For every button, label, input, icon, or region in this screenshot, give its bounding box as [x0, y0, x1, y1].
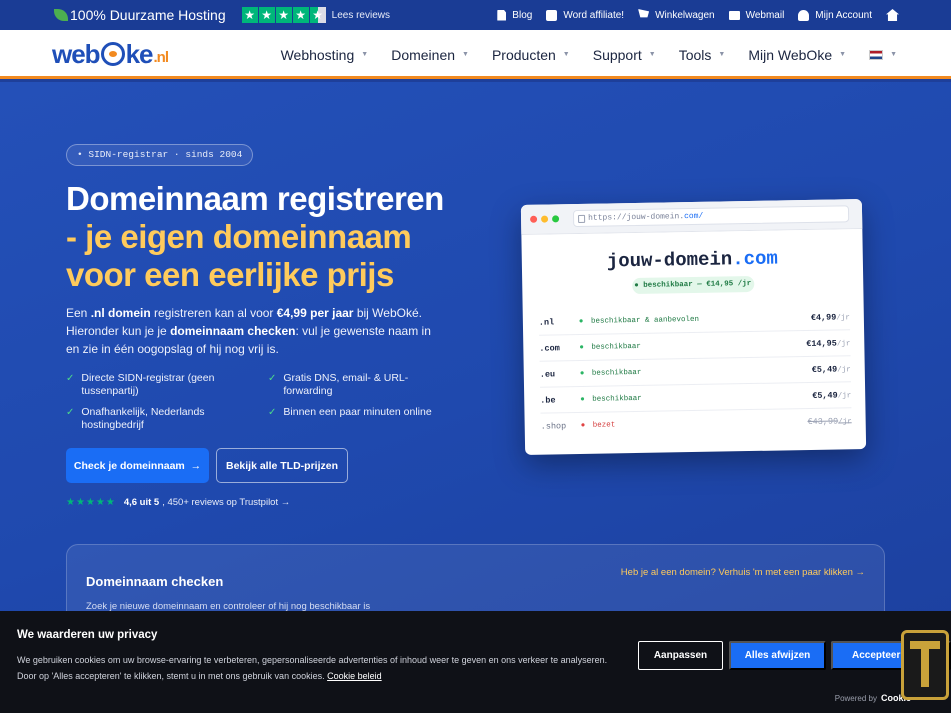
weboke-logo[interactable]: web ke .nl [52, 38, 169, 70]
window-close-dot [530, 215, 538, 223]
menu: Webhosting ▼ Domeinen ▼ Producten ▼ Support… [281, 30, 897, 79]
half-star-icon: ★ [309, 7, 326, 23]
menu-item-tools[interactable]: Tools ▼ [679, 47, 726, 63]
cookie-banner: We waarderen uw privacy We gebruiken coo… [0, 611, 951, 713]
main-navigation: web ke .nl Webhosting ▼ Domeinen ▼ Producten… [0, 30, 951, 79]
feature-item: ✓ Onafhankelijk, Nederlands hostingbedrij… [66, 406, 205, 431]
cookie-title: We waarderen uw privacy [17, 629, 158, 641]
browser-bar: https://jouw-domein.com/ [520, 199, 863, 235]
sustainable-hosting-text: 100% Duurzame Hosting [70, 7, 226, 23]
star-icon: ★ [292, 7, 309, 23]
availability-pill: ● beschikbaar — €14,95 /jr [631, 275, 754, 295]
feature-item: ✓ Directe SIDN-registrar (geen tussenpart… [66, 372, 215, 397]
cart-link[interactable]: Winkelwagen [638, 9, 715, 21]
checker-title: Domeinnaam checken [86, 574, 224, 589]
status-dot-icon: ● [580, 421, 586, 430]
menu-item-producten[interactable]: Producten ▼ [492, 47, 570, 63]
menu-item-domeinen[interactable]: Domeinen ▼ [391, 47, 469, 63]
logo-globe-icon [100, 42, 125, 66]
language-selector[interactable]: ▼ [869, 49, 897, 60]
feature-list: ✓ Directe SIDN-registrar (geen tussenpart… [66, 372, 456, 432]
check-icon: ✓ [66, 407, 75, 418]
webmail-link[interactable]: Webmail [728, 10, 784, 21]
tld-row-taken: .shop ● bezet €43,99/jr [540, 416, 852, 432]
camera-icon [546, 9, 558, 21]
rating-stars-icon: ★★★★★ [66, 497, 116, 508]
menu-item-support[interactable]: Support ▼ [593, 47, 656, 63]
star-icon: ★ [241, 7, 258, 23]
cart-icon [638, 9, 650, 18]
tld-result-list: .nl ● beschikbaar & aanbevolen €4,99/jr .c… [538, 304, 852, 439]
watermark-logo [901, 630, 951, 705]
chevron-down-icon: ▼ [361, 51, 369, 58]
star-icon: ★ [258, 7, 275, 23]
chevron-down-icon: ▼ [839, 51, 847, 58]
star-icon: ★ [275, 7, 292, 23]
chevron-down-icon: ▼ [462, 51, 469, 58]
powered-by: Powered by Cookie [834, 693, 911, 703]
watermark-icon [901, 630, 949, 700]
home-link[interactable] [886, 9, 899, 21]
window-minimize-dot [541, 215, 549, 223]
leaf-icon [54, 9, 68, 21]
account-link[interactable]: Mijn Account [798, 9, 872, 21]
check-icon: ✓ [268, 407, 277, 418]
netherlands-flag-icon [869, 49, 884, 60]
page-title: Domeinnaam registreren - je eigen domein… [66, 180, 444, 293]
sidn-badge: • SIDN-registrar · sinds 2004 [66, 144, 254, 166]
check-icon: ✓ [268, 373, 277, 384]
blog-link[interactable]: Blog [497, 9, 532, 21]
check-icon: ✓ [66, 373, 75, 384]
customize-cookies-button[interactable]: Aanpassen [638, 641, 723, 670]
chevron-down-icon: ▼ [648, 51, 656, 58]
top-bar-left: 100% Duurzame Hosting ★ ★ ★ ★ ★ Lees rev… [54, 0, 390, 30]
feature-item: ✓ Binnen een paar minuten online [268, 406, 456, 432]
searched-domain: jouw-domein.com [606, 247, 779, 273]
affiliate-link[interactable]: Word affiliate! [546, 9, 624, 21]
tld-prices-button[interactable]: Bekijk alle TLD-prijzen [216, 448, 348, 483]
status-dot-icon: ● [579, 369, 585, 378]
cookie-policy-link[interactable]: Cookie beleid [327, 671, 382, 681]
transfer-domain-link[interactable]: Heb je al een domein? Verhuis 'm met een… [621, 567, 865, 578]
window-maximize-dot [552, 215, 560, 223]
trustpilot-rating[interactable]: ★★★★★ 4,6 uit 5, 450+ reviews op Trustpi… [66, 497, 290, 508]
mail-icon [728, 10, 740, 20]
menu-item-webhosting[interactable]: Webhosting ▼ [281, 47, 369, 63]
status-dot-icon: ● [578, 317, 584, 326]
document-icon [497, 9, 507, 21]
top-bar-links: Blog Word affiliate! Winkelwagen Webmail… [497, 0, 899, 30]
chevron-down-icon: ▼ [718, 51, 726, 58]
arrow-right-icon: → [190, 459, 202, 472]
status-dot-icon: ● [580, 395, 585, 404]
trustpilot-stars[interactable]: ★ ★ ★ ★ ★ [241, 7, 327, 23]
feature-item: ✓ Gratis DNS, email- & URL-forwarding [268, 372, 409, 397]
url-bar: https://jouw-domein.com/ [572, 205, 850, 228]
status-dot-icon: ● [579, 343, 584, 352]
menu-item-mijn-weboke[interactable]: Mijn WebOke ▼ [748, 47, 846, 63]
top-bar: 100% Duurzame Hosting ★ ★ ★ ★ ★ Lees rev… [0, 0, 951, 30]
home-icon [886, 9, 899, 21]
check-domain-button[interactable]: Check je domeinnaam → [66, 448, 209, 483]
chevron-down-icon: ▼ [562, 51, 570, 58]
user-icon [798, 9, 810, 21]
cookie-text: We gebruiken cookies om uw browse-ervari… [17, 655, 608, 681]
domain-search-mockup: https://jouw-domein.com/ jouw-domein.com… [520, 199, 867, 455]
reject-all-button[interactable]: Alles afwijzen [729, 641, 826, 670]
reviews-link[interactable]: Lees reviews [332, 10, 390, 21]
hero-lead-text: Een .nl domein registreren kan al voor €… [66, 306, 431, 356]
chevron-down-icon: ▼ [890, 51, 897, 58]
